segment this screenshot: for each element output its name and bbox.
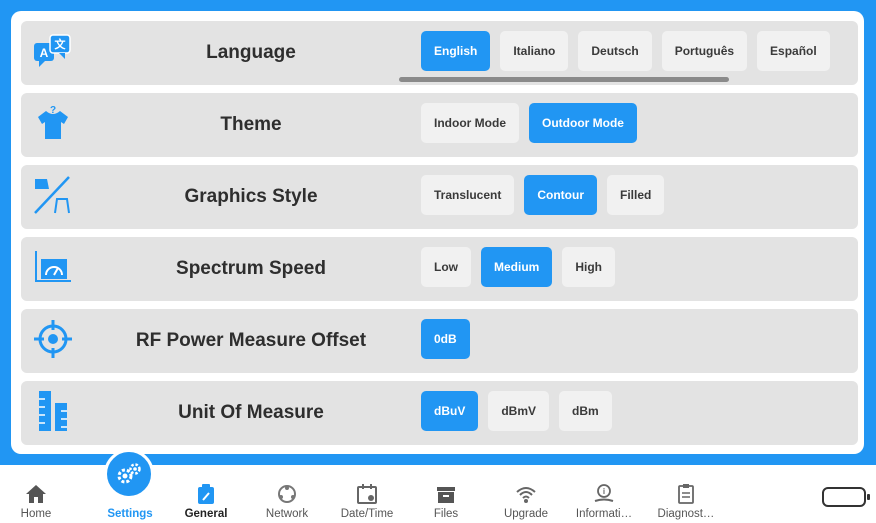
nav-label: Date/Time <box>340 508 394 520</box>
nav-home[interactable]: Home <box>14 465 58 523</box>
option-dbuv[interactable]: dBuV <box>421 391 479 431</box>
nav-diagnostics[interactable]: Diagnost… <box>648 465 724 523</box>
nav-label: General <box>184 508 228 520</box>
svg-text:A: A <box>40 46 49 60</box>
svg-text:?: ? <box>50 105 56 116</box>
clipboard-icon <box>678 484 694 504</box>
info-hand-icon: i <box>594 484 614 502</box>
calendar-icon <box>357 484 377 504</box>
translate-icon: A 文 <box>33 31 73 71</box>
theme-options: Indoor Mode Outdoor Mode <box>421 103 637 143</box>
settings-panel: A 文 Language English Italiano Deutsch Po… <box>11 11 864 454</box>
setting-row-rf-power-offset: RF Power Measure Offset 0dB <box>21 309 858 373</box>
settings-active-bubble[interactable] <box>104 449 154 499</box>
setting-label: Unit Of Measure <box>178 402 324 423</box>
nav-datetime[interactable]: Date/Time <box>330 465 404 523</box>
nav-information[interactable]: i Informati… <box>566 465 642 523</box>
option-filled[interactable]: Filled <box>607 175 665 215</box>
horizontal-scrollbar[interactable] <box>399 77 729 82</box>
shirt-icon: ? <box>33 103 73 143</box>
ruler-icon <box>33 391 73 431</box>
general-icon <box>198 484 214 504</box>
wifi-upgrade-icon <box>516 487 536 503</box>
setting-label: Graphics Style <box>184 186 318 207</box>
setting-label: RF Power Measure Offset <box>135 330 367 351</box>
spectrum-speed-icon <box>33 247 73 287</box>
rf-power-offset-options: 0dB <box>421 319 470 359</box>
option-0db[interactable]: 0dB <box>421 319 470 359</box>
nav-label: Diagnost… <box>657 508 715 520</box>
setting-label: Theme <box>220 114 282 135</box>
unit-of-measure-options: dBuV dBmV dBm <box>421 391 612 431</box>
crosshair-icon <box>33 319 73 359</box>
option-outdoor-mode[interactable]: Outdoor Mode <box>529 103 637 143</box>
option-italiano[interactable]: Italiano <box>500 31 569 71</box>
option-english[interactable]: English <box>421 31 491 71</box>
svg-text:文: 文 <box>55 37 67 51</box>
setting-row-graphics-style: Graphics Style Translucent Contour Fille… <box>21 165 858 229</box>
setting-row-spectrum-speed: Spectrum Speed Low Medium High <box>21 237 858 301</box>
spectrum-speed-options: Low Medium High <box>421 247 616 287</box>
option-medium[interactable]: Medium <box>481 247 553 287</box>
language-options: English Italiano Deutsch Português Españ… <box>421 31 830 71</box>
nav-label: Informati… <box>575 508 633 520</box>
nav-label: Files <box>433 508 459 520</box>
home-icon <box>26 485 46 503</box>
gears-icon <box>117 463 141 484</box>
setting-label: Spectrum Speed <box>176 258 326 279</box>
option-dbm[interactable]: dBm <box>559 391 612 431</box>
nav-label: Network <box>265 508 309 520</box>
graphics-style-icon <box>33 175 73 215</box>
graphics-style-options: Translucent Contour Filled <box>421 175 665 215</box>
option-high[interactable]: High <box>562 247 616 287</box>
nav-upgrade[interactable]: Upgrade <box>494 465 558 523</box>
nav-network[interactable]: Network <box>256 465 318 523</box>
nav-general[interactable]: General <box>176 465 236 523</box>
setting-row-theme: ? Theme Indoor Mode Outdoor Mode <box>21 93 858 157</box>
option-contour[interactable]: Contour <box>524 175 598 215</box>
option-indoor-mode[interactable]: Indoor Mode <box>421 103 519 143</box>
setting-row-language: A 文 Language English Italiano Deutsch Po… <box>21 21 858 85</box>
files-icon <box>437 487 455 503</box>
nav-label: Upgrade <box>503 508 549 520</box>
option-portugues[interactable]: Português <box>661 31 748 71</box>
option-dbmv[interactable]: dBmV <box>488 391 550 431</box>
svg-text:i: i <box>603 487 605 496</box>
setting-label: Language <box>206 42 296 63</box>
network-icon <box>278 485 296 503</box>
option-translucent[interactable]: Translucent <box>421 175 515 215</box>
option-deutsch[interactable]: Deutsch <box>578 31 652 71</box>
nav-files[interactable]: Files <box>424 465 468 523</box>
option-espanol[interactable]: Español <box>757 31 830 71</box>
option-low[interactable]: Low <box>421 247 471 287</box>
nav-label: Settings <box>107 508 153 520</box>
nav-label: Home <box>20 508 52 520</box>
setting-row-unit-of-measure: Unit Of Measure dBuV dBmV dBm <box>21 381 858 445</box>
battery-icon <box>822 487 870 507</box>
